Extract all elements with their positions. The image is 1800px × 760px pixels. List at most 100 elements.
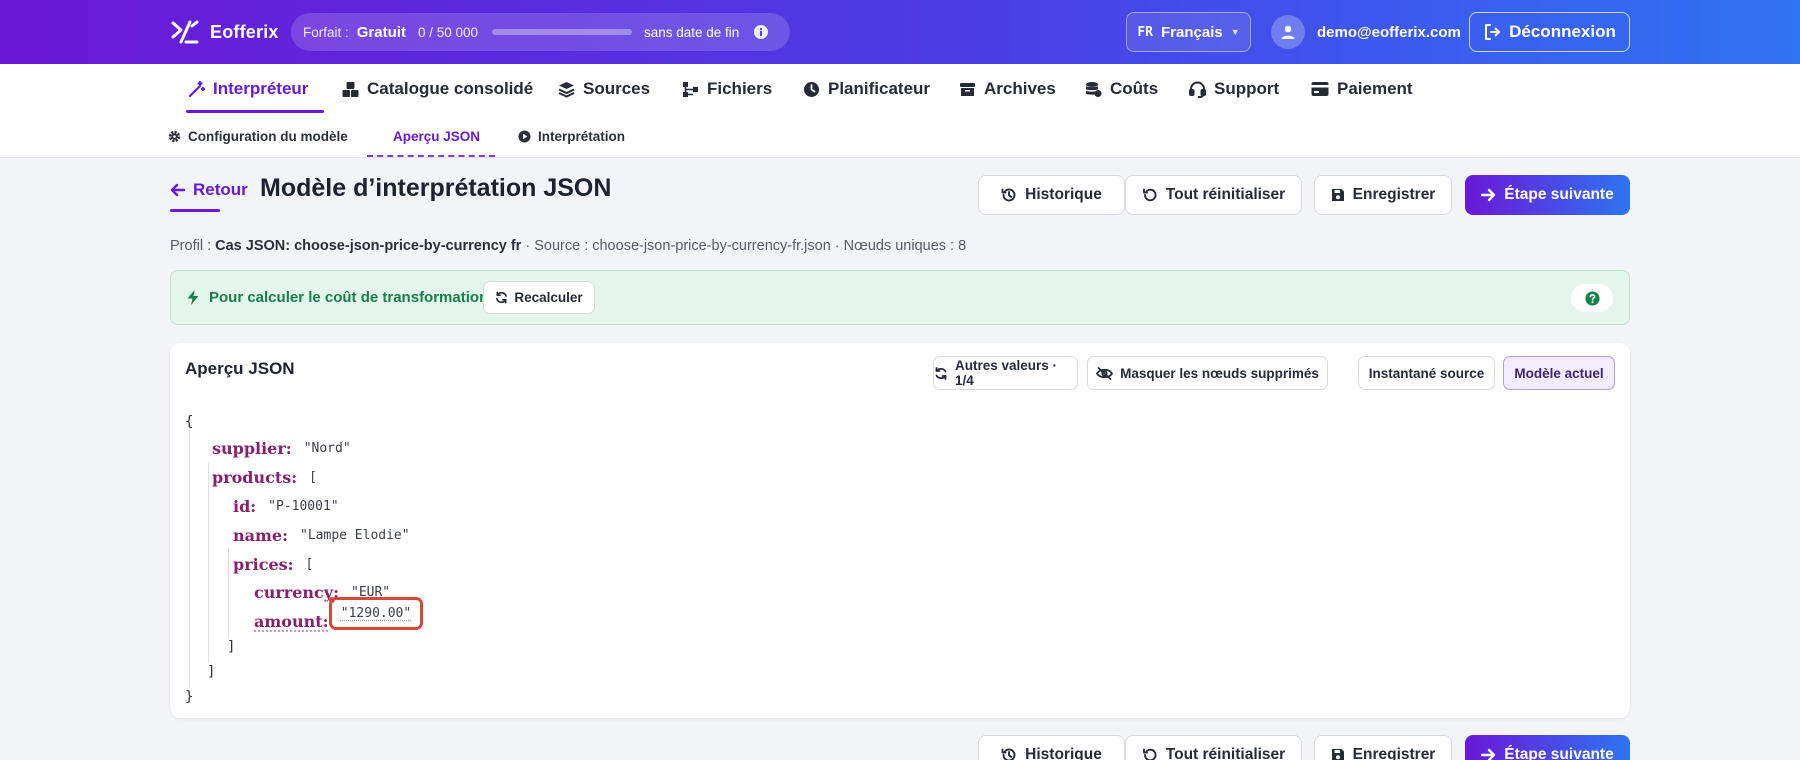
user-email: demo@eofferix.com [1317,23,1461,41]
tab-model-configuration[interactable]: Configuration du modèle [168,114,348,158]
back-label: Retour [193,180,248,199]
nav-label: Support [1214,79,1280,98]
plan-usage-pill: Forfait : Gratuit 0 / 50 000 sans date d… [291,13,790,51]
nav-active-indicator [186,110,324,113]
refresh-icon [495,291,508,304]
indent-guide [208,463,209,663]
recalculate-button[interactable]: Recalculer [483,281,595,314]
indent-guide [189,423,190,687]
floppy-disk-icon [1331,188,1345,202]
history-button[interactable]: Historique [978,175,1125,215]
profile-details: · Source : choose-json-price-by-currency… [525,238,967,254]
nav-label: Fichiers [707,79,773,98]
swap-arrows-icon [934,366,948,380]
json-node-amount[interactable]: amount: [254,610,329,632]
save-button[interactable]: Enregistrer [1314,175,1452,215]
nav-item-scheduler[interactable]: Planificateur [803,64,930,114]
undo-icon [1142,747,1158,760]
reset-all-button-bottom[interactable]: Tout réinitialiser [1125,735,1302,760]
user-menu[interactable]: demo@eofferix.com [1271,15,1461,49]
info-icon[interactable] [753,24,769,40]
json-key: products: [212,467,298,487]
subnav-active-indicator [367,155,495,157]
nav-item-files[interactable]: Fichiers [682,64,772,114]
help-button[interactable] [1571,284,1613,312]
nav-label: Interpréteur [213,79,309,98]
nav-item-sources[interactable]: Sources [558,64,650,114]
current-model-label: Modèle actuel [1514,365,1604,381]
usage-count: 0 / 50 000 [417,24,478,40]
nav-item-payment[interactable]: Paiement [1311,64,1413,114]
source-snapshot-label: Instantané source [1368,365,1485,381]
json-node-prices[interactable]: prices: [ [233,553,313,575]
json-key: id: [233,496,257,516]
user-avatar-icon [1271,15,1305,49]
json-key: amount: [254,611,329,631]
json-products-close: ] [207,661,215,683]
json-value: "Nord" [303,440,351,456]
nav-label: Paiement [1337,79,1413,98]
brand-name: Eofferix [210,21,279,42]
chevron-down-icon: ▼ [1230,27,1240,37]
coins-icon [1085,81,1102,98]
page-title: Modèle d’interprétation JSON [260,174,612,202]
logo-icon [170,19,200,45]
nav-item-interpreter[interactable]: Interpréteur [188,64,308,114]
source-snapshot-button[interactable]: Instantané source [1358,356,1495,390]
language-selector[interactable]: FR Français ▼ [1126,12,1251,52]
other-values-button[interactable]: Autres valeurs · 1/4 [933,356,1078,390]
json-value: "Lampe Elodie" [300,527,410,543]
json-brace: { [185,414,194,430]
json-node-supplier[interactable]: supplier: "Nord" [212,437,351,459]
next-step-button[interactable]: Étape suivante [1465,175,1630,215]
reset-all-button[interactable]: Tout réinitialiser [1125,175,1302,215]
tab-interpretation[interactable]: Interprétation [518,114,625,158]
clock-icon [803,81,820,98]
history-label: Historique [1025,186,1102,203]
json-node-name[interactable]: name: "Lampe Elodie" [233,524,410,546]
recalculate-label: Recalculer [514,290,583,305]
logout-icon [1483,23,1501,41]
nav-label: Catalogue consolidé [367,79,534,98]
undo-icon [1142,187,1158,203]
back-link[interactable]: Retour [170,178,248,202]
tab-label: Configuration du modèle [188,128,348,144]
tab-json-preview[interactable]: Aperçu JSON [393,114,480,158]
back-underline [170,209,220,212]
nav-item-archives[interactable]: Archives [959,64,1056,114]
logout-button[interactable]: Déconnexion [1469,12,1630,52]
json-node-products[interactable]: products: [ [212,466,317,488]
hide-deleted-label: Masquer les nœuds supprimés [1120,365,1319,381]
headset-icon [1189,81,1206,98]
plan-label: Forfait : [303,24,349,40]
save-button-bottom[interactable]: Enregistrer [1314,735,1452,760]
hide-deleted-nodes-button[interactable]: Masquer les nœuds supprimés [1087,356,1328,390]
boxes-icon [342,81,359,98]
eye-slash-icon [1096,366,1114,380]
current-model-button[interactable]: Modèle actuel [1503,356,1615,390]
profile-info: Profil : Cas JSON: choose-json-price-by-… [170,238,966,254]
nav-item-support[interactable]: Support [1189,64,1279,114]
nav-item-catalogue[interactable]: Catalogue consolidé [342,64,533,114]
usage-progress-bar [492,29,632,35]
history-icon [1001,747,1017,760]
next-step-button-bottom[interactable]: Étape suivante [1465,735,1630,760]
plan-end-text: sans date de fin [644,24,740,40]
brand[interactable]: Eofferix [170,18,279,46]
nav-item-costs[interactable]: Coûts [1085,64,1158,114]
tab-label: Interprétation [538,128,626,144]
json-bracket: ] [227,639,236,655]
json-brace: } [185,689,194,705]
json-prices-close: ] [227,636,235,658]
amount-value-highlight[interactable]: "1290.00" [329,597,423,630]
bolt-icon [187,290,199,305]
history-button-bottom[interactable]: Historique [978,735,1125,760]
json-value-amount: "1290.00" [340,606,412,621]
json-node-id[interactable]: id: "P-10001" [233,495,339,517]
magic-wand-icon [188,80,205,98]
play-circle-icon [518,129,531,143]
json-value: "P-10001" [268,498,339,514]
language-code: FR [1137,24,1154,40]
json-key: currency: [254,582,339,602]
plan-value: Gratuit [356,23,406,41]
